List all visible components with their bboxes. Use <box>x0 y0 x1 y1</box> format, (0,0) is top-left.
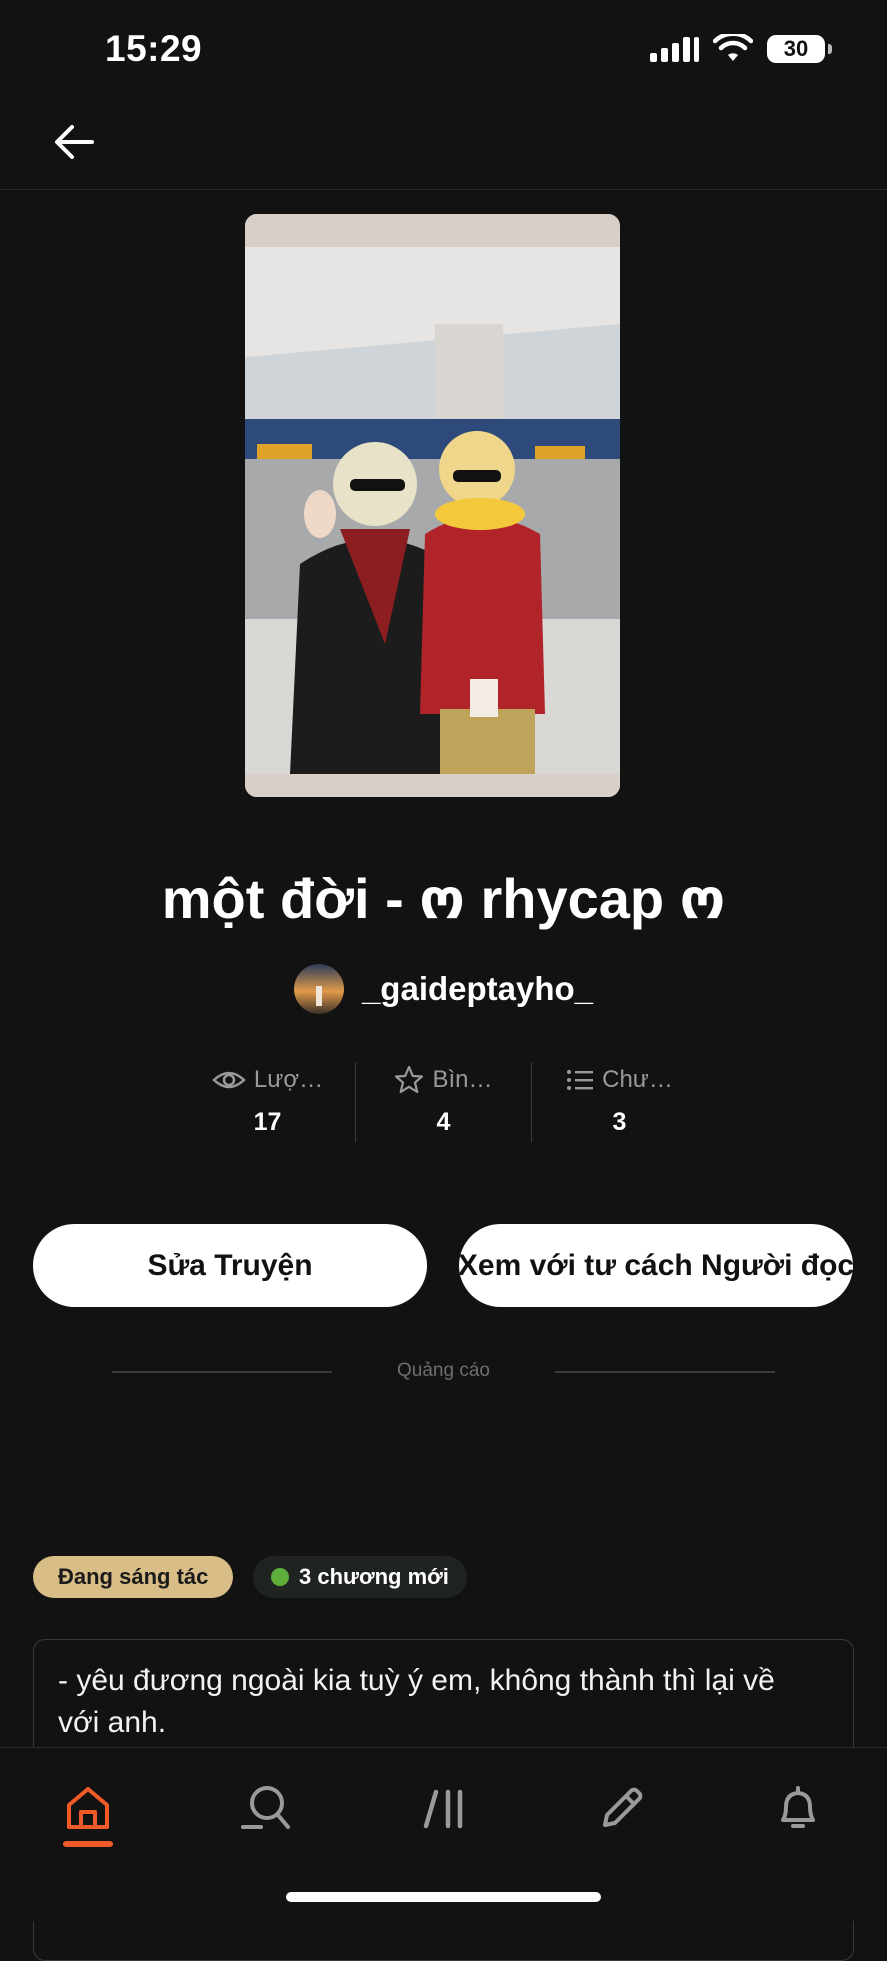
stat-reads: Lượ… 17 <box>180 1062 355 1142</box>
write-icon <box>603 1787 643 1827</box>
list-icon <box>567 1070 594 1090</box>
status-badge: Đang sáng tác <box>33 1556 234 1598</box>
home-indicator <box>286 1892 601 1902</box>
nav-notifications[interactable] <box>768 1778 828 1838</box>
stat-label: Lượ… <box>253 1066 324 1093</box>
stat-value: 4 <box>436 1108 451 1136</box>
star-icon <box>395 1065 424 1094</box>
author-name[interactable]: _gaideptayho_ <box>362 970 593 1008</box>
back-arrow-icon[interactable] <box>50 118 98 166</box>
stat-value: 3 <box>612 1108 627 1136</box>
new-chapters-badge: 3 chương mới <box>253 1556 467 1598</box>
stat-label: Bìn… <box>432 1066 493 1093</box>
ad-divider-left <box>112 1371 332 1373</box>
bell-icon <box>781 1786 815 1828</box>
nav-home[interactable] <box>58 1778 118 1838</box>
status-icons: 30 <box>650 34 832 64</box>
description-text: - yêu đương ngoài kia tuỳ ý em, không th… <box>58 1664 775 1739</box>
ad-divider-right <box>555 1371 775 1373</box>
stat-value: 17 <box>253 1108 282 1136</box>
nav-library[interactable] <box>414 1778 474 1838</box>
stat-chapters: Chư… 3 <box>531 1062 707 1142</box>
stat-label: Chư… <box>602 1066 673 1093</box>
header-divider <box>0 189 887 190</box>
story-stats: Lượ… 17 Bìn… 4 Chư… 3 <box>180 1062 707 1142</box>
story-title: một đời - ო rhycap ო <box>161 867 726 930</box>
home-icon <box>67 1787 109 1829</box>
author-row[interactable]: _gaideptayho_ <box>0 964 887 1014</box>
nav-search[interactable] <box>236 1778 296 1838</box>
wifi-icon <box>713 34 753 61</box>
ad-label: Quảng cáo <box>397 1360 490 1381</box>
stat-votes: Bìn… 4 <box>355 1062 531 1142</box>
status-time: 15:29 <box>105 28 203 69</box>
active-tab-indicator <box>63 1841 113 1847</box>
edit-story-button[interactable]: Sửa Truyện <box>33 1224 427 1307</box>
green-dot-icon <box>271 1568 289 1586</box>
avatar[interactable] <box>293 964 344 1014</box>
eye-icon <box>212 1071 246 1089</box>
cellular-signal-icon <box>650 36 699 62</box>
view-as-reader-button[interactable]: Xem với tư cách Người đọc <box>459 1224 853 1307</box>
library-icon <box>423 1789 463 1829</box>
search-icon <box>241 1786 290 1829</box>
new-chapters-label: 3 chương mới <box>299 1564 449 1589</box>
battery-icon: 30 <box>767 35 832 63</box>
nav-write[interactable] <box>592 1778 652 1838</box>
story-cover-image <box>245 214 620 797</box>
